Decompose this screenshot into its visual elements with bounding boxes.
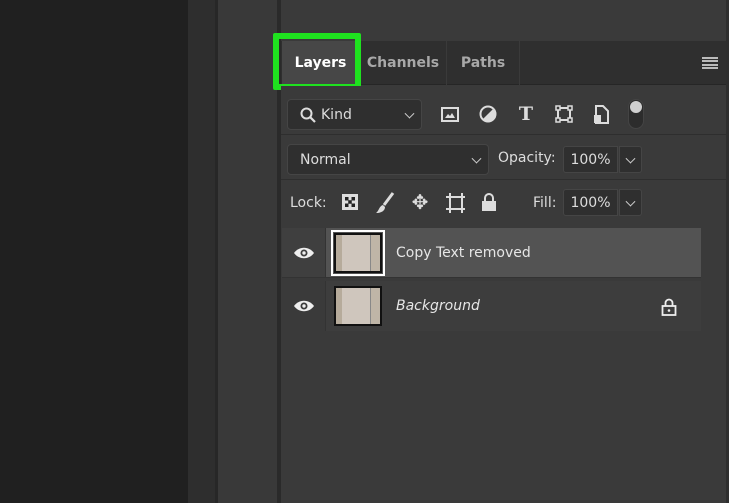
tab-label: Paths (460, 55, 506, 71)
chevron-down-icon (625, 196, 636, 207)
fill-value: 100% (570, 194, 611, 211)
lock-label: Lock: (290, 195, 327, 211)
adjustment-filter-icon[interactable] (478, 104, 498, 124)
eye-icon (293, 300, 314, 312)
lock-transparent-icon[interactable] (340, 192, 360, 212)
layer-row[interactable]: Background (282, 281, 701, 331)
opacity-value: 100% (570, 151, 611, 168)
filter-toggle-icon (630, 101, 642, 113)
chevron-down-icon (471, 153, 482, 164)
layer-row[interactable]: Copy Text removed (282, 228, 701, 278)
fill-dropdown[interactable] (619, 189, 642, 216)
layer-name: Background (396, 298, 480, 314)
fill-input[interactable]: 100% (563, 189, 618, 216)
tab-label: Channels (366, 55, 440, 71)
eye-icon (293, 247, 314, 258)
filter-toggle[interactable] (628, 99, 644, 129)
fill-label: Fill: (533, 195, 557, 211)
panel-dock-strip (218, 0, 277, 503)
kind-value: Kind (321, 106, 352, 123)
type-filter-icon[interactable]: T (516, 103, 536, 125)
lock-all-icon[interactable] (479, 192, 499, 212)
layer-thumbnail (331, 229, 385, 276)
lock-image-icon[interactable] (375, 192, 395, 214)
lock-artboard-icon[interactable] (445, 192, 465, 214)
visibility-toggle[interactable] (282, 281, 326, 331)
chevron-down-icon (625, 153, 636, 164)
blend-mode-select[interactable]: Normal (287, 144, 489, 175)
shape-filter-icon[interactable] (554, 104, 574, 124)
blend-mode-value: Normal (300, 151, 351, 168)
image-filter-icon[interactable] (440, 104, 460, 124)
lock-position-icon[interactable]: ✥ (410, 190, 430, 214)
smart-object-filter-icon[interactable] (591, 104, 611, 124)
visibility-toggle[interactable] (282, 228, 326, 277)
opacity-input[interactable]: 100% (563, 146, 618, 173)
layer-lock-icon (661, 298, 677, 316)
opacity-dropdown[interactable] (619, 146, 642, 173)
highlight-box (273, 33, 361, 90)
search-icon (300, 107, 316, 123)
layer-name: Copy Text removed (396, 244, 531, 261)
chevron-down-icon (404, 108, 415, 119)
kind-filter-select[interactable]: Kind (287, 99, 422, 130)
tab-paths[interactable]: Paths (447, 41, 520, 85)
opacity-label: Opacity: (498, 150, 556, 166)
panel-menu-icon[interactable] (702, 57, 718, 69)
canvas-edge (188, 0, 215, 503)
tab-channels[interactable]: Channels (360, 41, 447, 85)
layer-thumbnail (334, 286, 382, 326)
